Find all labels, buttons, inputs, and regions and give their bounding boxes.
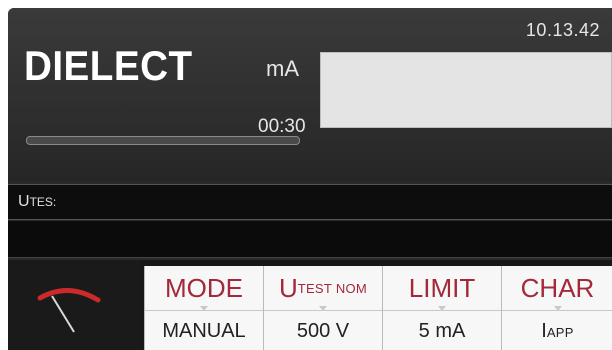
instrument-screen: 10.13.42 DIELECT mA 00:30 UTES: MODE MAN… [8, 8, 612, 350]
char-softkey[interactable]: CHAR IAPP [501, 266, 612, 350]
utest-nom-value: 500 V [296, 320, 350, 342]
char-value: IAPP [541, 320, 573, 343]
limit-label: LIMIT [383, 266, 501, 311]
limit-value-cell: 5 mA [383, 306, 501, 350]
utest-nom-value-cell: 500 V [264, 306, 382, 350]
info-bar [8, 221, 612, 258]
char-value-cell: IAPP [502, 306, 612, 350]
measurement-panel: 10.13.42 DIELECT mA 00:30 [8, 8, 612, 182]
limit-softkey[interactable]: LIMIT 5 mA [382, 266, 501, 350]
function-title: DIELECT [24, 42, 193, 89]
utes-bar: UTES: [8, 184, 612, 220]
caret-icon [438, 306, 446, 311]
mode-value: MANUAL [162, 320, 246, 342]
progress-bar [26, 136, 300, 145]
limit-value: 5 mA [418, 320, 466, 342]
timer-display: 00:30 [258, 116, 306, 137]
char-label: CHAR [502, 266, 612, 311]
utes-label: UTES: [18, 193, 57, 210]
utest-nom-label-u: U [278, 272, 298, 303]
softkey-bar: MODE MANUAL U TEST NOM 500 V LIMIT 5 mA C [8, 260, 612, 350]
result-display [320, 52, 612, 128]
mode-value-cell: MANUAL [145, 306, 263, 350]
utes-label-text: TES: [29, 195, 57, 209]
mode-softkey[interactable]: MODE MANUAL [144, 266, 263, 350]
caret-icon [553, 306, 562, 311]
caret-icon [319, 306, 327, 311]
char-value-rest: APP [546, 325, 574, 340]
utest-nom-label: U TEST NOM [264, 266, 382, 311]
utest-nom-label-rest: TEST NOM [297, 280, 368, 296]
utest-nom-softkey[interactable]: U TEST NOM 500 V [263, 266, 382, 350]
caret-icon [200, 306, 208, 311]
mode-label: MODE [145, 266, 263, 311]
gauge-cell[interactable] [8, 260, 140, 350]
gauge-icon [37, 287, 101, 333]
clock-display: 10.13.42 [525, 20, 600, 40]
unit-label: mA [266, 56, 299, 81]
